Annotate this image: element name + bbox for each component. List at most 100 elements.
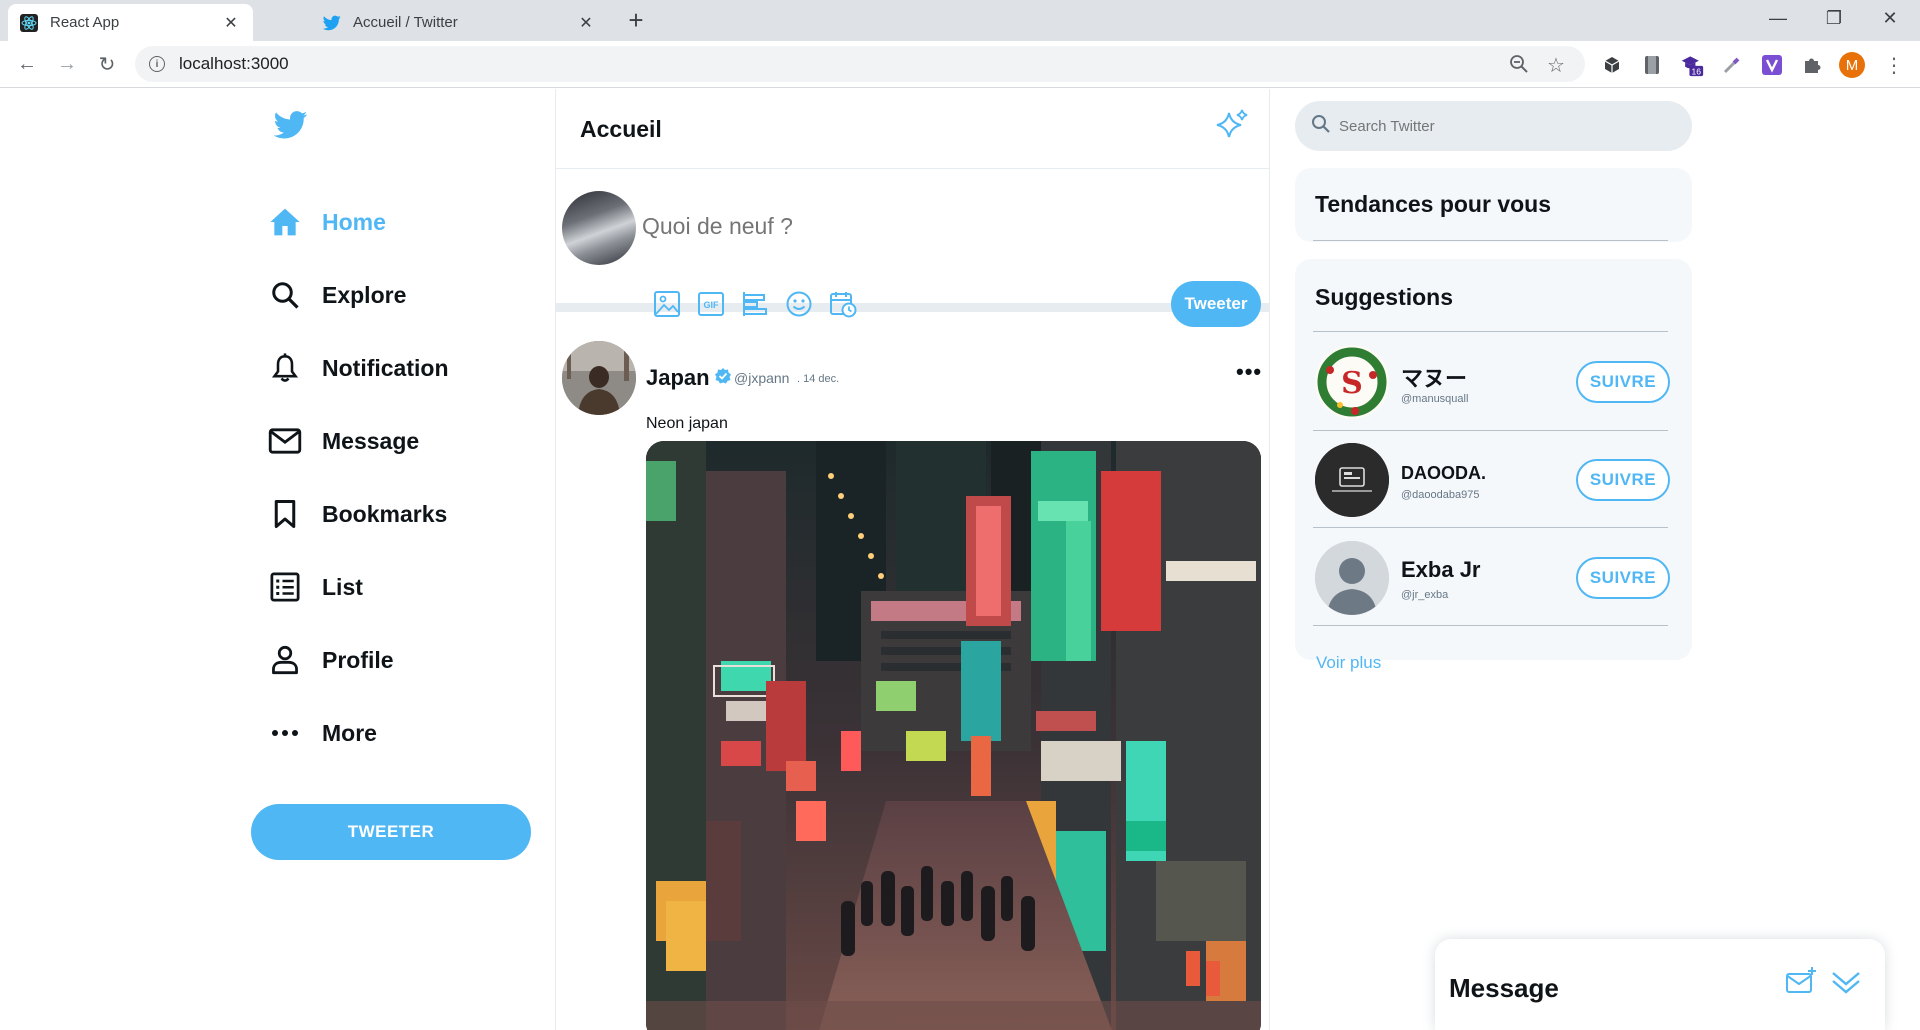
svg-text:S: S [1341,366,1363,401]
sidebar-item-notification[interactable]: Notification [268,343,449,393]
tab-title: Accueil / Twitter [353,14,458,31]
v-extension-icon[interactable] [1760,53,1784,77]
close-window-icon[interactable]: ✕ [1862,0,1918,37]
restore-icon[interactable]: ❐ [1806,0,1862,37]
user-icon [268,643,302,677]
sidebar-item-label: Home [322,208,386,235]
image-icon[interactable] [652,289,682,319]
search-icon [268,278,302,312]
graduation-cap-extension-icon[interactable]: 16 [1680,53,1704,77]
sidebar-item-label: Bookmarks [322,500,448,527]
suggestion-name[interactable]: Exba Jr [1401,557,1481,583]
schedule-icon[interactable] [828,289,858,319]
browser-tab-bar: React App ✕ Accueil / Twitter ✕ + — ❐ ✕ [0,0,1920,41]
trends-card: Tendances pour vous [1295,168,1692,242]
sidebar-item-profile[interactable]: Profile [268,635,394,685]
tweet-button[interactable]: TWEETER [251,804,531,860]
search-input[interactable] [1339,117,1639,135]
new-message-icon[interactable] [1784,965,1818,999]
suggestion-item[interactable]: Exba Jr @jr_exba SUIVRE [1313,527,1670,623]
post-text: Neon japan [646,415,728,432]
list-icon [268,570,302,604]
avatar[interactable] [1315,541,1389,615]
avatar[interactable] [562,341,636,415]
close-icon[interactable]: ✕ [221,13,241,33]
suggestion-item[interactable]: DAOODA. @daoodaba975 SUIVRE [1313,429,1670,525]
tweet-input[interactable] [642,213,1042,240]
clipboard-extension-icon[interactable] [1640,53,1664,77]
sidebar-item-more[interactable]: More [268,708,377,758]
post-author-handle[interactable]: @jxpann [734,370,789,386]
tab-react-app[interactable]: React App ✕ [8,4,253,41]
sparkle-icon[interactable] [1214,107,1250,143]
cube-extension-icon[interactable] [1600,53,1624,77]
emoji-icon[interactable] [784,289,814,319]
tweet-composer: GIF Tweeter [556,169,1269,327]
tweet-post[interactable]: Japan @jxpann . 14 dec. ••• Neon japan [556,321,1269,1030]
follow-button[interactable]: SUIVRE [1576,361,1670,403]
reload-icon[interactable]: ↻ [92,49,122,79]
kebab-menu-icon[interactable]: ⋮ [1882,53,1906,77]
sidebar-item-home[interactable]: Home [268,197,386,247]
bookmark-star-icon[interactable]: ☆ [1547,53,1565,78]
suggestions-title: Suggestions [1315,284,1454,310]
tab-title: React App [50,14,120,31]
sidebar-item-bookmarks[interactable]: Bookmarks [268,489,447,539]
sidebar-item-label: Profile [322,646,394,673]
bookmark-icon [268,497,302,531]
suggestion-name[interactable]: マヌー [1401,361,1467,393]
follow-button[interactable]: SUIVRE [1576,557,1670,599]
suggestion-handle: @manusquall [1401,393,1469,405]
gif-icon[interactable]: GIF [696,289,726,319]
page-title: Accueil [580,116,662,142]
sidebar-item-list[interactable]: List [268,562,363,612]
sidebar-item-message[interactable]: Message [268,416,419,466]
forward-icon[interactable]: → [52,49,82,79]
minimize-icon[interactable]: — [1750,0,1806,37]
post-image[interactable] [646,441,1261,1030]
avatar[interactable] [562,191,636,265]
feed-header: Accueil [556,89,1269,169]
mail-icon [268,424,302,458]
new-tab-button[interactable]: + [621,5,651,35]
tab-twitter[interactable]: Accueil / Twitter ✕ [311,4,608,41]
sidebar-item-explore[interactable]: Explore [268,270,406,320]
address-bar: ← → ↻ i localhost:3000 ☆ 16 M ⋮ [0,41,1920,88]
divider [1313,240,1668,241]
twitter-app: Home Explore Notification Message Bookma… [0,89,1920,1030]
chevron-down-icon[interactable] [1829,965,1863,999]
search-icon [1311,114,1331,139]
url-bar[interactable]: i localhost:3000 ☆ [135,46,1585,82]
close-icon[interactable]: ✕ [576,13,596,33]
extension-badge: 16 [1692,66,1702,76]
poll-icon[interactable] [740,289,770,319]
back-icon[interactable]: ← [12,49,42,79]
search-box[interactable] [1295,101,1692,151]
post-more-button[interactable]: ••• [1236,359,1262,385]
info-icon[interactable]: i [149,56,165,72]
eyedropper-extension-icon[interactable] [1720,53,1744,77]
message-dock[interactable]: Message [1435,939,1885,1030]
suggestion-handle: @jr_exba [1401,589,1449,601]
bell-icon [268,351,302,385]
react-icon [20,13,38,32]
url-text: localhost:3000 [179,54,289,73]
profile-avatar[interactable]: M [1839,52,1865,78]
composer-toolbar: GIF [652,289,872,319]
avatar[interactable]: S [1315,345,1389,419]
avatar[interactable] [1315,443,1389,517]
svg-text:GIF: GIF [704,300,720,310]
right-sidebar: Tendances pour vous Suggestions S マヌー @m… [1295,89,1695,1030]
zoom-icon[interactable] [1509,54,1529,79]
twitter-logo-icon[interactable] [273,111,308,145]
follow-button[interactable]: SUIVRE [1576,459,1670,501]
suggestions-card: Suggestions S マヌー @manusquall SUIVRE DAO… [1295,259,1692,660]
puzzle-extensions-icon[interactable] [1800,53,1824,77]
sidebar-item-label: Explore [322,281,407,308]
left-sidebar: Home Explore Notification Message Bookma… [250,89,555,1030]
suggestion-item[interactable]: S マヌー @manusquall SUIVRE [1313,331,1670,427]
suggestion-name[interactable]: DAOODA. [1401,463,1486,484]
feed: Accueil GIF [555,89,1270,1030]
post-author-name[interactable]: Japan [646,365,710,391]
see-more-link[interactable]: Voir plus [1316,653,1381,673]
